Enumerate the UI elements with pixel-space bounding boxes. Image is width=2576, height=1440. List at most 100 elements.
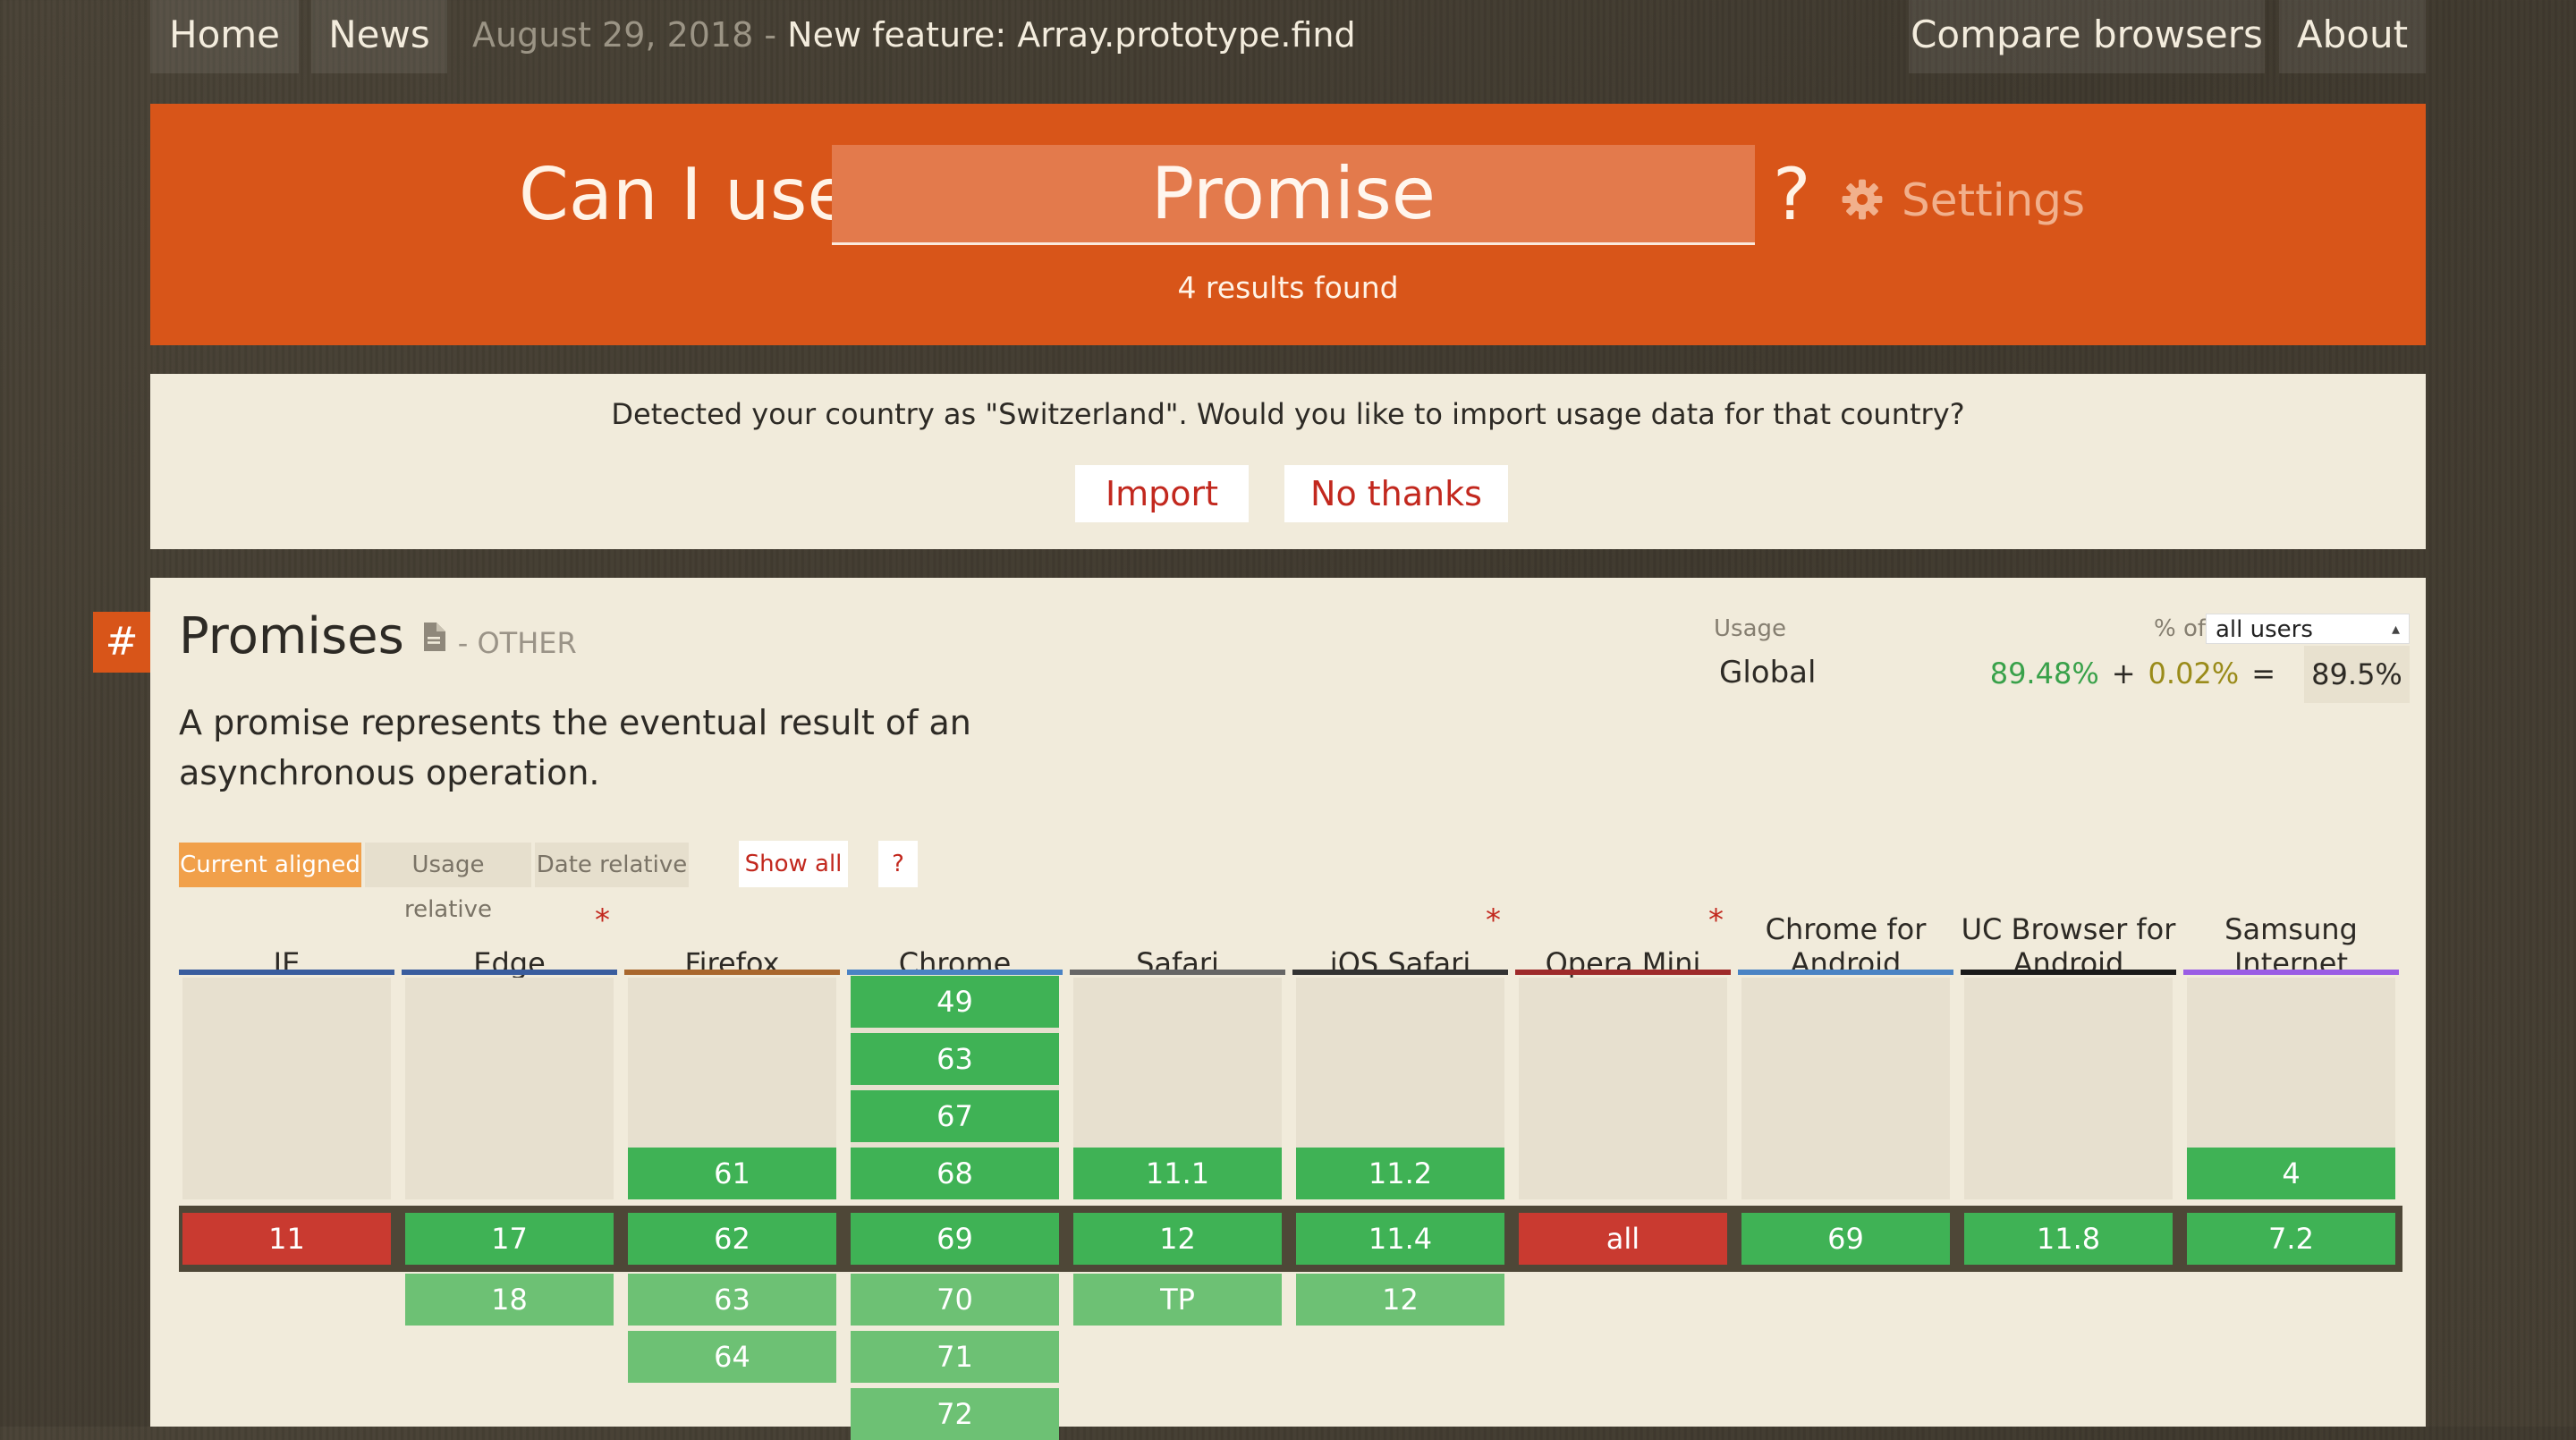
no-thanks-button[interactable]: No thanks — [1284, 465, 1508, 522]
select-arrows-icon: ▴ — [2391, 620, 2400, 639]
browser-color-bar — [1961, 970, 2176, 975]
feature-panel: Promises - OTHER A promise represents the… — [150, 578, 2426, 1440]
past-versions-column — [182, 978, 391, 1199]
search-suffix: ? — [1773, 153, 1811, 236]
usage-users-select[interactable]: all users ▴ — [2206, 614, 2410, 644]
feature-description: A promise represents the eventual result… — [179, 703, 971, 792]
nav-about[interactable]: About — [2279, 0, 2426, 73]
show-all-button[interactable]: Show all — [739, 841, 848, 887]
browser-name: Opera Mini — [1545, 946, 1701, 980]
browser-color-bar — [402, 970, 617, 975]
browser-header-firefox[interactable]: Firefox — [624, 896, 840, 989]
usage-supported: 89.48% — [1989, 656, 2099, 690]
future-version-cell[interactable]: 70 — [851, 1274, 1059, 1326]
version-cell[interactable]: 11.2 — [1296, 1148, 1504, 1199]
import-button[interactable]: Import — [1075, 465, 1249, 522]
browser-color-bar — [1070, 970, 1285, 975]
feature-category: - OTHER — [457, 626, 577, 660]
settings-button[interactable]: Settings — [1841, 172, 2085, 230]
browser-name: IE — [273, 946, 301, 980]
future-version-cell[interactable]: 18 — [405, 1274, 614, 1326]
usage-plus: + — [2111, 656, 2136, 690]
version-cell[interactable]: 4 — [2187, 1148, 2395, 1199]
feature-title: Promises - OTHER — [179, 605, 577, 670]
past-versions-column — [1964, 978, 2173, 1199]
past-versions-column — [1519, 978, 1727, 1199]
browser-color-bar — [2183, 970, 2399, 975]
news-date: August 29, 2018 — [472, 15, 754, 55]
note-star[interactable]: * — [1486, 903, 1501, 937]
document-icon[interactable] — [422, 623, 445, 651]
usage-users-value: all users — [2216, 616, 2313, 643]
future-version-cell[interactable]: TP — [1073, 1274, 1282, 1326]
news-banner: August 29, 2018 - New feature: Array.pro… — [472, 0, 1356, 73]
tab-date-relative[interactable]: Date relative — [535, 843, 689, 887]
browser-color-bar — [1738, 970, 1953, 975]
version-cell[interactable]: 63 — [851, 1033, 1059, 1085]
browser-header-ios-safari[interactable]: iOS Safari * — [1292, 896, 1508, 989]
usage-partial: 0.02% — [2148, 656, 2240, 690]
version-cell[interactable]: 68 — [851, 1148, 1059, 1199]
nav-news[interactable]: News — [311, 0, 447, 73]
version-cell[interactable]: 11.1 — [1073, 1148, 1282, 1199]
current-version-cell[interactable]: 17 — [405, 1213, 614, 1265]
browser-header-ie[interactable]: IE — [179, 896, 394, 989]
top-nav: Home News August 29, 2018 - New feature:… — [150, 0, 2426, 73]
current-version-cell[interactable]: 12 — [1073, 1213, 1282, 1265]
note-star[interactable]: * — [595, 903, 610, 937]
current-version-cell[interactable]: 69 — [1741, 1213, 1950, 1265]
settings-label: Settings — [1902, 174, 2086, 226]
tab-current-aligned[interactable]: Current aligned — [179, 843, 361, 887]
pct-of-label: % of — [2154, 615, 2207, 642]
nav-compare-browsers[interactable]: Compare browsers — [1909, 0, 2265, 73]
gear-icon — [1842, 179, 1883, 220]
current-version-cell[interactable]: 62 — [628, 1213, 836, 1265]
news-separator: - — [753, 15, 788, 55]
browser-color-bar — [624, 970, 840, 975]
version-cell[interactable]: 49 — [851, 976, 1059, 1028]
browser-header-safari[interactable]: Safari — [1070, 896, 1285, 989]
results-count: 4 results found — [1177, 270, 1399, 305]
browser-header-uc-browser-for-android[interactable]: UC Browser for Android — [1961, 896, 2176, 989]
tab-usage-relative[interactable]: Usage relative — [365, 843, 531, 923]
current-version-cell[interactable]: 7.2 — [2187, 1213, 2395, 1265]
version-cell[interactable]: 61 — [628, 1148, 836, 1199]
browser-name: iOS Safari — [1329, 946, 1471, 980]
future-version-cell[interactable]: 64 — [628, 1331, 836, 1383]
browser-header-samsung-internet[interactable]: Samsung Internet — [2183, 896, 2399, 989]
help-button[interactable]: ? — [878, 841, 918, 887]
browser-color-bar — [1292, 970, 1508, 975]
future-version-cell[interactable]: 72 — [851, 1388, 1059, 1440]
browser-color-bar — [847, 970, 1063, 975]
browser-name: Edge — [473, 946, 546, 980]
browser-header-edge[interactable]: Edge * — [402, 896, 617, 989]
current-version-cell[interactable]: 11 — [182, 1213, 391, 1265]
browser-header-opera-mini[interactable]: Opera Mini * — [1515, 896, 1731, 989]
current-version-cell[interactable]: 11.8 — [1964, 1213, 2173, 1265]
feature-title-text: Promises — [179, 607, 404, 665]
country-notice: Detected your country as "Switzerland". … — [150, 374, 2426, 549]
usage-total: 89.5% — [2304, 646, 2410, 703]
note-star[interactable]: * — [1708, 903, 1724, 937]
usage-equals: = — [2251, 656, 2275, 690]
news-headline-link[interactable]: New feature: Array.prototype.find — [787, 15, 1355, 55]
past-versions-column — [1741, 978, 1950, 1199]
search-banner: Can I use ? Settings 4 results found — [150, 104, 2426, 345]
future-version-cell[interactable]: 63 — [628, 1274, 836, 1326]
current-version-cell[interactable]: 69 — [851, 1213, 1059, 1265]
current-version-cell[interactable]: all — [1519, 1213, 1727, 1265]
current-version-cell[interactable]: 11.4 — [1296, 1213, 1504, 1265]
version-cell[interactable]: 67 — [851, 1090, 1059, 1142]
nav-home[interactable]: Home — [150, 0, 299, 73]
notice-text: Detected your country as "Switzerland". … — [611, 397, 1965, 431]
past-versions-column — [405, 978, 614, 1199]
search-input[interactable] — [832, 145, 1755, 245]
browser-header-chrome-for-android[interactable]: Chrome for Android — [1738, 896, 1953, 989]
browser-color-bar — [1515, 970, 1731, 975]
search-prefix: Can I use — [519, 153, 852, 236]
usage-breakdown: 89.48% +0.02% = — [1778, 656, 2288, 690]
future-version-cell[interactable]: 12 — [1296, 1274, 1504, 1326]
feature-anchor-link[interactable]: # — [93, 612, 150, 673]
browser-name: Safari — [1136, 946, 1219, 980]
future-version-cell[interactable]: 71 — [851, 1331, 1059, 1383]
